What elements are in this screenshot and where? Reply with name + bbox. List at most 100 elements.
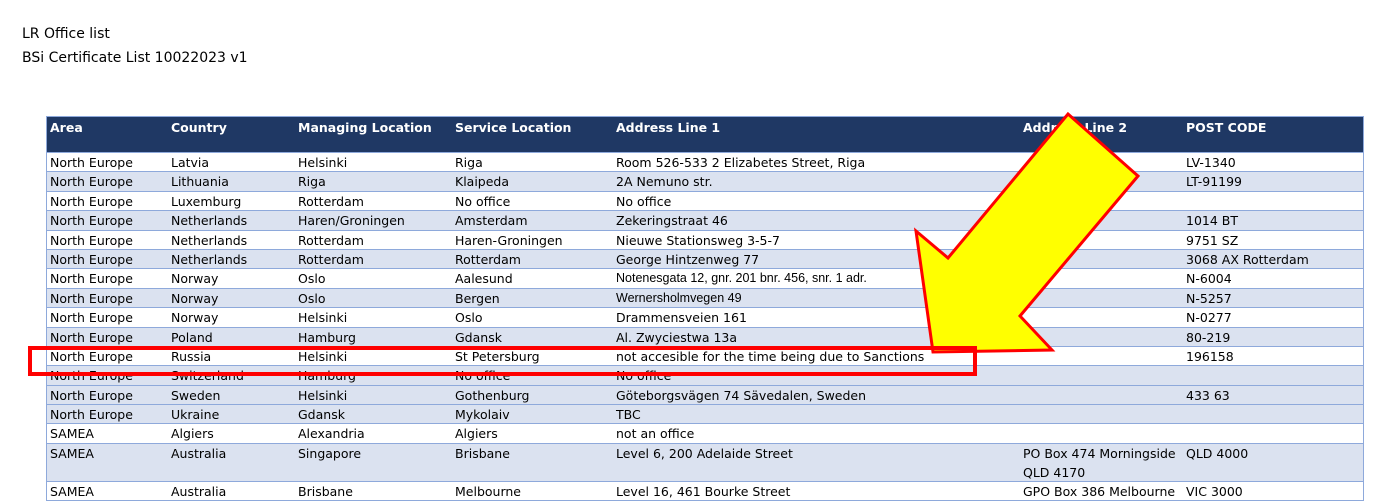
table-row: SAMEA Australia Singapore Brisbane Level 6, …	[46, 443, 1364, 482]
cell-area: North Europe	[50, 251, 133, 267]
cell-managing-location: Oslo	[298, 290, 326, 306]
title-line-1: LR Office list	[22, 26, 110, 42]
table-row: North Europe Luxemburg Rotterdam No office N…	[46, 191, 1364, 212]
cell-post-code: N-6004	[1186, 271, 1232, 287]
table-row: North Europe Norway Helsinki Oslo Drammensve…	[46, 308, 1364, 328]
cell-service-location: Gdansk	[455, 329, 502, 345]
table-row: North Europe Netherlands Rotterdam Rotterda…	[46, 249, 1364, 270]
cell-address-line-1: Drammensveien 161	[616, 310, 747, 326]
header-country: Country	[171, 120, 227, 135]
cell-managing-location: Gdansk	[298, 407, 345, 423]
cell-service-location: Haren-Groningen	[455, 232, 563, 248]
cell-post-code: 196158	[1186, 348, 1234, 364]
cell-service-location: No office	[455, 193, 511, 209]
cell-address-line-1: Göteborgsvägen 74 Sävedalen, Sweden	[616, 387, 867, 403]
cell-area: North Europe	[50, 155, 133, 170]
cell-country: Sweden	[171, 387, 221, 403]
cell-post-code: N-5257	[1186, 290, 1232, 306]
cell-country: Lithuania	[171, 174, 229, 190]
cell-area: SAMEA	[50, 426, 94, 442]
cell-managing-location: Singapore	[298, 445, 362, 461]
cell-address-line-1: Al. Zwyciestwa 13a	[616, 329, 738, 345]
cell-post-code: LT-91199	[1186, 174, 1243, 190]
cell-address-line-1: No office	[616, 193, 672, 209]
header-service-location: Service Location	[455, 120, 572, 135]
cell-country: Netherlands	[171, 232, 248, 248]
cell-post-code: QLD 4000	[1186, 445, 1249, 461]
cell-post-code: N-0277	[1186, 310, 1232, 326]
cell-managing-location: Helsinki	[298, 387, 348, 403]
table-row: North Europe Norway Oslo Aalesund Notenesgat…	[46, 269, 1364, 289]
cell-address-line-1: Zekeringstraat 46	[616, 213, 728, 229]
cell-area: SAMEA	[50, 445, 94, 461]
cell-address-line-1: 2A Nemuno str.	[616, 174, 713, 190]
table-row: North Europe Lithuania Riga Klaipeda 2A Nemu…	[46, 172, 1364, 192]
cell-area: North Europe	[50, 193, 133, 209]
cell-managing-location: Rotterdam	[298, 193, 364, 209]
cell-address-line-2: PO Box 474 Morningside QLD 4170	[1023, 445, 1176, 480]
cell-area: North Europe	[50, 329, 133, 345]
cell-post-code: 1014 BT	[1186, 213, 1238, 229]
table-row: SAMEA Algiers Alexandria Algiers not an offi…	[46, 424, 1364, 444]
cell-managing-location: Helsinki	[298, 155, 348, 170]
cell-managing-location: Haren/Groningen	[298, 213, 405, 229]
cell-managing-location: Helsinki	[298, 310, 348, 326]
cell-country: Poland	[171, 329, 213, 345]
cell-area: North Europe	[50, 174, 133, 190]
cell-service-location: Rotterdam	[455, 251, 521, 267]
cell-service-location: Brisbane	[455, 445, 510, 461]
header-address-line-1: Address Line 1	[616, 120, 721, 135]
cell-managing-location: Oslo	[298, 271, 326, 287]
cell-area: North Europe	[50, 387, 133, 403]
cell-country: Ukraine	[171, 407, 220, 423]
table-row: SAMEA Australia Brisbane Melbourne Level 16,…	[46, 481, 1364, 501]
cell-country: Australia	[171, 445, 227, 461]
cell-area: North Europe	[50, 213, 133, 229]
table-row: North Europe Poland Hamburg Gdansk Al. Zwyci…	[46, 327, 1364, 347]
cell-country: Netherlands	[171, 251, 248, 267]
cell-service-location: Aalesund	[455, 271, 513, 287]
cell-area: North Europe	[50, 271, 133, 287]
cell-country: Norway	[171, 271, 219, 287]
cell-managing-location: Rotterdam	[298, 232, 364, 248]
cell-post-code: 80-219	[1186, 329, 1231, 345]
cell-area: North Europe	[50, 290, 133, 306]
cell-country: Algiers	[171, 426, 214, 442]
cell-post-code: 3068 AX Rotterdam	[1186, 251, 1309, 267]
cell-post-code: LV-1340	[1186, 155, 1236, 170]
cell-service-location: Mykolaiv	[455, 407, 510, 423]
table-row: North Europe Ukraine Gdansk Mykolaiv TBC	[46, 405, 1364, 425]
cell-service-location: Bergen	[455, 290, 500, 306]
cell-address-line-1: Notenesgata 12, gnr. 201 bnr. 456, snr. …	[616, 271, 867, 286]
cell-country: Luxemburg	[171, 193, 242, 209]
cell-managing-location: Hamburg	[298, 329, 356, 345]
office-table: Area Country Managing Location Service L…	[46, 116, 1364, 501]
highlight-box	[28, 346, 977, 376]
cell-country: Norway	[171, 290, 219, 306]
cell-post-code: 9751 SZ	[1186, 232, 1239, 248]
cell-area: North Europe	[50, 407, 133, 423]
table-row: North Europe Netherlands Haren/Groningen Am…	[46, 211, 1364, 231]
header-address-line-2: Address Line 2	[1023, 120, 1128, 135]
cell-service-location: Klaipeda	[455, 174, 510, 190]
cell-post-code: 433 63	[1186, 387, 1230, 403]
cell-address-line-1: Level 6, 200 Adelaide Street	[616, 445, 793, 461]
cell-country: Netherlands	[171, 213, 248, 229]
table-row: North Europe Netherlands Rotterdam Haren-Gr…	[46, 230, 1364, 250]
cell-address-line-1: George Hintzenweg 77	[616, 251, 760, 267]
cell-managing-location: Rotterdam	[298, 251, 364, 267]
table-row: North Europe Latvia Helsinki Riga Room 526-5…	[46, 153, 1364, 173]
cell-address-line-1: Wernersholmvegen 49	[616, 290, 742, 305]
cell-area: North Europe	[50, 232, 133, 248]
cell-address-line-1: Room 526-533 2 Elizabetes Street, Riga	[616, 155, 866, 170]
cell-country: Latvia	[171, 155, 210, 170]
header-post-code: POST CODE	[1186, 120, 1267, 135]
table-body: North Europe Latvia Helsinki Riga Room 526-5…	[46, 153, 1364, 501]
cell-service-location: Gothenburg	[455, 387, 530, 403]
header-managing-location: Managing Location	[298, 120, 432, 135]
cell-service-location: Algiers	[455, 426, 498, 442]
cell-area: North Europe	[50, 310, 133, 326]
cell-address-line-1: Nieuwe Stationsweg 3-5-7	[616, 232, 780, 248]
table-header: Area Country Managing Location Service L…	[46, 116, 1364, 153]
cell-address-line-1: not an office	[616, 426, 695, 442]
